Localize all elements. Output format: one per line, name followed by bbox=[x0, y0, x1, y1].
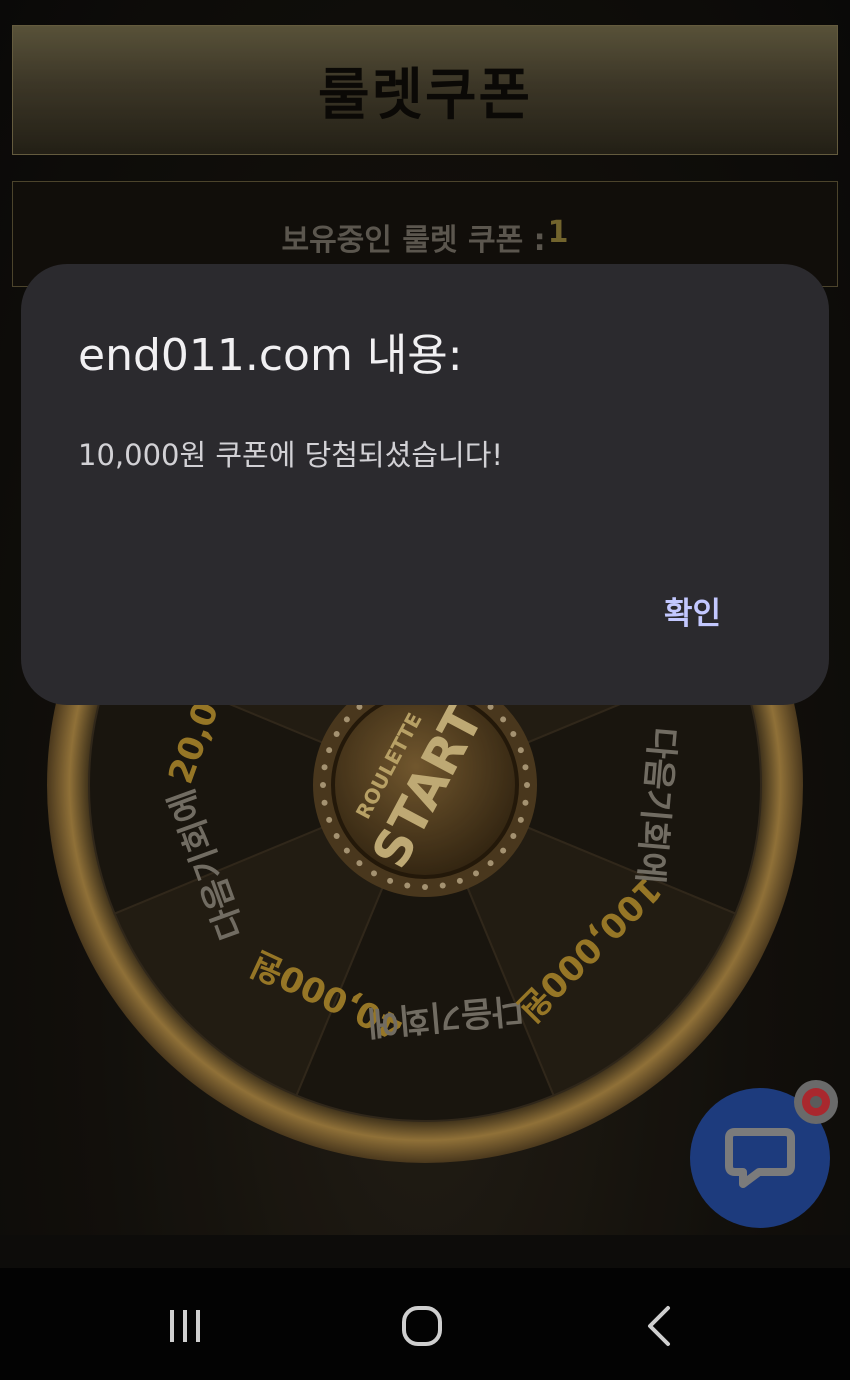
chat-bubble-icon bbox=[725, 1128, 795, 1188]
back-button[interactable] bbox=[620, 1296, 700, 1356]
recent-apps-icon bbox=[170, 1310, 200, 1342]
home-icon bbox=[402, 1306, 442, 1346]
system-nav-bar bbox=[0, 1268, 850, 1380]
back-icon bbox=[648, 1306, 670, 1346]
confirm-button[interactable]: 확인 bbox=[664, 588, 721, 633]
dialog-title: end011.com 내용: bbox=[78, 330, 463, 381]
home-button[interactable] bbox=[382, 1296, 462, 1356]
notification-badge bbox=[794, 1080, 838, 1124]
recent-apps-button[interactable] bbox=[145, 1296, 225, 1356]
dialog-message: 10,000원 쿠폰에 당첨되셨습니다! bbox=[78, 438, 504, 472]
alert-dialog: end011.com 내용: 10,000원 쿠폰에 당첨되셨습니다! 확인 bbox=[21, 264, 829, 705]
